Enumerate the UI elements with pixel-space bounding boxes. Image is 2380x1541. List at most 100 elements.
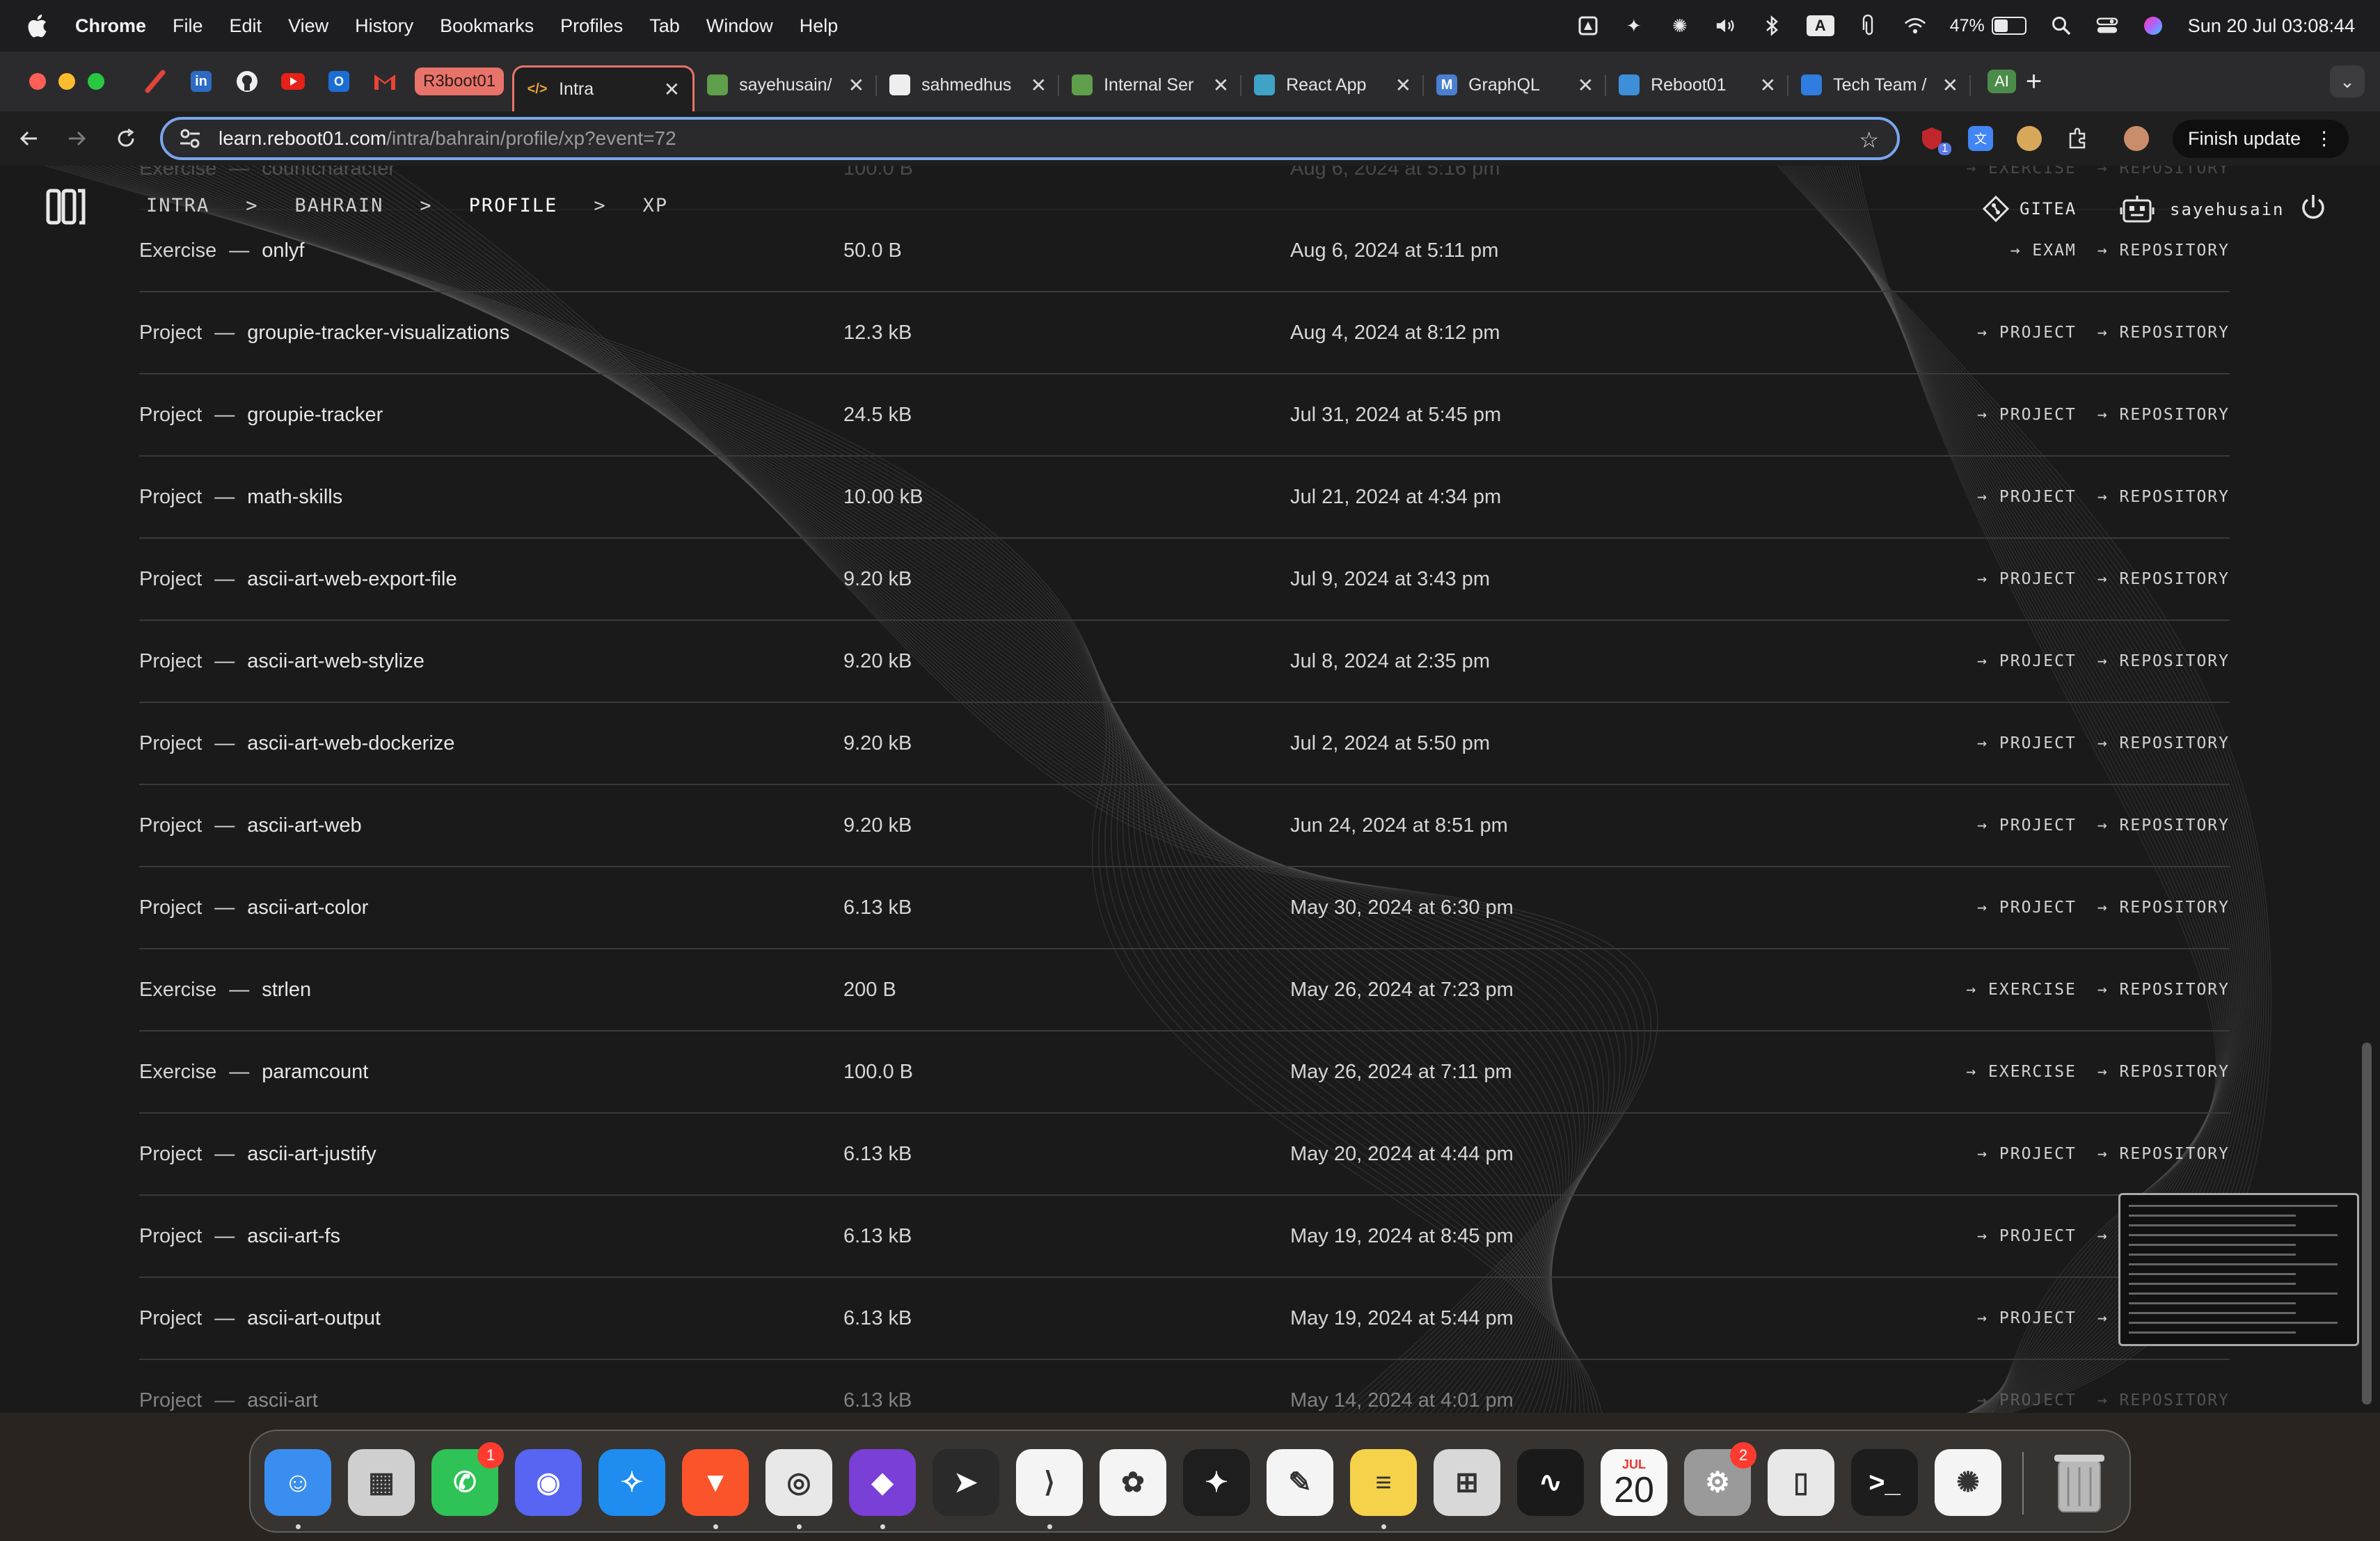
close-tab-icon[interactable]: ✕: [1395, 74, 1411, 97]
whatsapp-icon[interactable]: ✆ 1: [431, 1442, 504, 1516]
forward-button[interactable]: [57, 118, 97, 159]
screen-capture-icon[interactable]: [1577, 15, 1599, 37]
ai-tab-badge[interactable]: AI: [1988, 70, 2016, 93]
repository-link[interactable]: → REPOSITORY: [2097, 652, 2230, 670]
cursor-icon[interactable]: ➤: [933, 1449, 999, 1516]
bluetooth-icon[interactable]: [1761, 15, 1783, 37]
pinned-tab-gmail[interactable]: [362, 63, 408, 100]
page-scrollbar[interactable]: [2362, 1043, 2372, 1405]
menu-window[interactable]: Window: [706, 15, 773, 37]
close-tab-icon[interactable]: ✕: [664, 78, 680, 101]
close-window-button[interactable]: [29, 73, 46, 90]
repository-link[interactable]: → REPOSITORY: [2097, 166, 2230, 177]
vscode-icon[interactable]: ⟩: [1016, 1449, 1083, 1516]
terminal-icon[interactable]: >_: [1851, 1449, 1918, 1516]
brave-icon[interactable]: ▼: [682, 1449, 749, 1516]
tab-item[interactable]: sayehusain/ ✕: [695, 64, 878, 106]
project-link[interactable]: → PROJECT: [1977, 816, 2077, 835]
tab-item[interactable]: Internal Ser ✕: [1059, 64, 1242, 106]
repository-link[interactable]: → REPOSITORY: [2097, 734, 2230, 752]
menu-bookmarks[interactable]: Bookmarks: [440, 15, 534, 37]
project-link[interactable]: → PROJECT: [1977, 570, 2077, 588]
repository-link[interactable]: → REPOSITORY: [2097, 570, 2230, 588]
reboot01-logo[interactable]: [46, 187, 86, 227]
tab-intra[interactable]: </> Intra ✕: [512, 65, 695, 111]
menu-file[interactable]: File: [173, 15, 203, 37]
finish-update-button[interactable]: Finish update ⋮: [2173, 119, 2349, 158]
site-info-icon[interactable]: [178, 127, 202, 150]
repository-link[interactable]: → REPOSITORY: [2097, 324, 2230, 342]
zoom-window-button[interactable]: [88, 73, 104, 90]
menu-view[interactable]: View: [288, 15, 328, 37]
repository-link[interactable]: → REPOSITORY: [2097, 406, 2230, 424]
menu-history[interactable]: History: [355, 15, 413, 37]
gitea-link[interactable]: GITEA: [1982, 195, 2077, 223]
project-link[interactable]: → PROJECT: [1977, 734, 2077, 752]
extension-translate[interactable]: 文: [1964, 122, 1997, 155]
spotlight-icon[interactable]: [2050, 15, 2072, 37]
pinned-tab-outlook[interactable]: O: [316, 63, 362, 100]
chrome-icon[interactable]: ◎: [765, 1449, 832, 1516]
app-icon[interactable]: ✦: [1623, 15, 1645, 37]
iphone-mirroring-icon[interactable]: ▯: [1768, 1449, 1834, 1516]
extension-avatar[interactable]: [2013, 122, 2046, 155]
launchpad-icon[interactable]: ▦: [348, 1449, 415, 1516]
menu-tab[interactable]: Tab: [649, 15, 680, 37]
tab-item[interactable]: Tech Team / ✕: [1788, 64, 1972, 106]
calendar-icon[interactable]: JUL 20: [1601, 1449, 1667, 1516]
tab-item[interactable]: M GraphQL ✕: [1424, 64, 1607, 106]
profile-button[interactable]: [2120, 122, 2153, 155]
close-tab-icon[interactable]: ✕: [1578, 74, 1594, 97]
screenshot-thumbnail-preview[interactable]: [2118, 1193, 2359, 1346]
volume-icon[interactable]: [1715, 15, 1737, 37]
extension-ublock[interactable]: 1: [1915, 122, 1951, 155]
photos-icon[interactable]: ✿: [1100, 1449, 1166, 1516]
close-tab-icon[interactable]: ✕: [1213, 74, 1229, 97]
project-link[interactable]: → PROJECT: [1977, 1309, 2077, 1327]
close-tab-icon[interactable]: ✕: [1031, 74, 1047, 97]
exam-link[interactable]: → EXAM: [2010, 242, 2077, 260]
repository-link[interactable]: → REPOSITORY: [2097, 1145, 2230, 1163]
pinned-tab-youtube[interactable]: [270, 63, 316, 100]
control-center-icon[interactable]: [2096, 15, 2118, 37]
tab-item[interactable]: Reboot01 ✕: [1606, 64, 1789, 106]
menu-edit[interactable]: Edit: [230, 15, 262, 37]
logout-power-icon[interactable]: [2298, 192, 2329, 223]
bookmark-star-icon[interactable]: ☆: [1859, 127, 1879, 153]
close-tab-icon[interactable]: ✕: [1942, 74, 1958, 97]
new-tab-button[interactable]: +: [2026, 66, 2042, 97]
activity-monitor-icon[interactable]: ∿: [1517, 1449, 1584, 1516]
close-tab-icon[interactable]: ✕: [848, 74, 864, 97]
paperclip-icon[interactable]: [1858, 15, 1880, 37]
repository-link[interactable]: → REPOSITORY: [2097, 899, 2230, 917]
pinned-tab-linkedin[interactable]: in: [178, 63, 224, 100]
project-link[interactable]: → PROJECT: [1977, 1227, 2077, 1245]
extensions-button[interactable]: [2061, 122, 2095, 155]
exercise-link[interactable]: → EXERCISE: [1966, 166, 2076, 177]
repository-link[interactable]: → REPOSITORY: [2097, 242, 2230, 260]
freeform-icon[interactable]: ✎: [1267, 1449, 1333, 1516]
battery-indicator[interactable]: 47%: [1950, 16, 2026, 36]
project-link[interactable]: → PROJECT: [1977, 1145, 2077, 1163]
notes-icon[interactable]: ≡: [1350, 1449, 1417, 1516]
pinned-tab-brush[interactable]: [132, 63, 178, 100]
repository-link[interactable]: → REPOSITORY: [2097, 816, 2230, 835]
exercise-link[interactable]: → EXERCISE: [1966, 981, 2076, 999]
menu-app-name[interactable]: Chrome: [75, 15, 146, 37]
project-link[interactable]: → PROJECT: [1977, 324, 2077, 342]
figma-icon[interactable]: ✦: [1183, 1449, 1250, 1516]
reload-button[interactable]: [106, 118, 146, 159]
repository-link[interactable]: → REPOSITORY: [2097, 1063, 2230, 1081]
breadcrumb-bahrain[interactable]: BAHRAIN: [295, 195, 384, 216]
tab-group-label[interactable]: R3boot01: [415, 68, 505, 95]
system-settings-icon[interactable]: ⚙ 2: [1684, 1442, 1756, 1516]
clock[interactable]: Sun 20 Jul 03:08:44: [2188, 15, 2355, 37]
project-link[interactable]: → PROJECT: [1977, 899, 2077, 917]
discord-icon[interactable]: ◉: [515, 1449, 582, 1516]
repository-link[interactable]: → REPOSITORY: [2097, 981, 2230, 999]
pinned-tab-github[interactable]: [224, 63, 270, 100]
user-menu[interactable]: sayehusain: [2120, 193, 2285, 226]
breadcrumb-intra[interactable]: INTRA: [146, 195, 209, 216]
project-link[interactable]: → PROJECT: [1977, 406, 2077, 424]
project-link[interactable]: → PROJECT: [1977, 1391, 2077, 1409]
